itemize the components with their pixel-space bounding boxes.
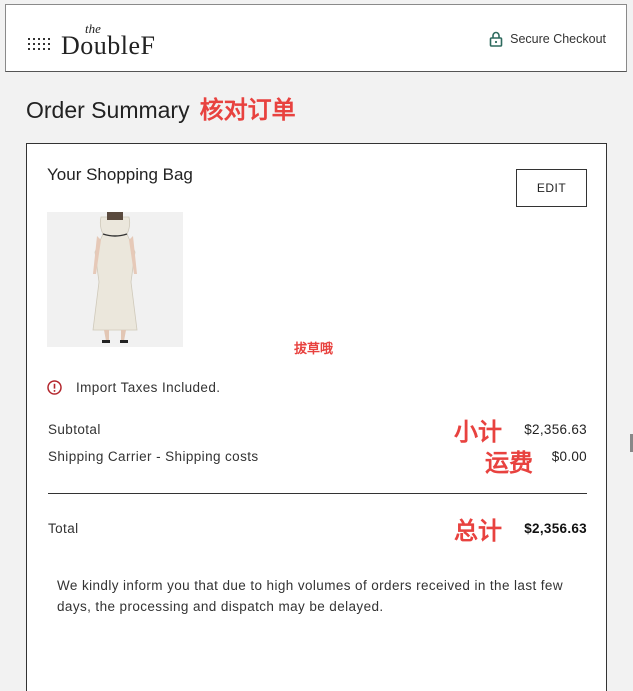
import-taxes-notice: Import Taxes Included. — [47, 380, 220, 395]
edit-button[interactable]: EDIT — [516, 169, 587, 207]
site-logo[interactable]: the DoubleF — [61, 21, 181, 61]
secure-checkout: Secure Checkout — [489, 31, 606, 47]
title-annotation: 核对订单 — [199, 96, 296, 124]
total-annotation: 总计 — [454, 517, 502, 545]
shipping-value: $0.00 — [551, 449, 587, 464]
import-taxes-text: Import Taxes Included. — [76, 380, 221, 395]
center-annotation: 拔草哦 — [294, 342, 334, 357]
total-row: Total 总计 $2,356.63 — [48, 517, 587, 545]
shipping-row: Shipping Carrier - Shipping costs 运费 $0.… — [48, 449, 587, 477]
page-title: Order Summary — [26, 97, 190, 123]
shipping-label: Shipping Carrier - Shipping costs — [48, 449, 259, 464]
menu-grid-icon[interactable] — [28, 38, 52, 52]
subtotal-value: $2,356.63 — [524, 422, 587, 437]
subtotal-row: Subtotal 小计 $2,356.63 — [48, 418, 587, 446]
page-title-row: Order Summary 核对订单 — [26, 90, 296, 125]
total-value: $2,356.63 — [524, 521, 587, 536]
warning-icon — [47, 380, 62, 395]
shipping-annotation: 运费 — [485, 449, 533, 477]
delay-notice: We kindly inform you that due to high vo… — [57, 578, 563, 614]
shopping-bag-title: Your Shopping Bag — [47, 165, 193, 184]
summary-divider — [48, 493, 587, 494]
total-label: Total — [48, 521, 79, 536]
order-summary-card: Your Shopping Bag EDIT 拔草哦 Import Taxes … — [26, 143, 607, 691]
logo-name-text: DoubleF — [61, 31, 156, 60]
product-image[interactable] — [47, 212, 183, 347]
site-header: the DoubleF Secure Checkout — [5, 4, 627, 72]
subtotal-label: Subtotal — [48, 422, 101, 437]
secure-checkout-label: Secure Checkout — [510, 32, 606, 46]
subtotal-annotation: 小计 — [454, 418, 502, 446]
lock-icon — [489, 31, 503, 47]
